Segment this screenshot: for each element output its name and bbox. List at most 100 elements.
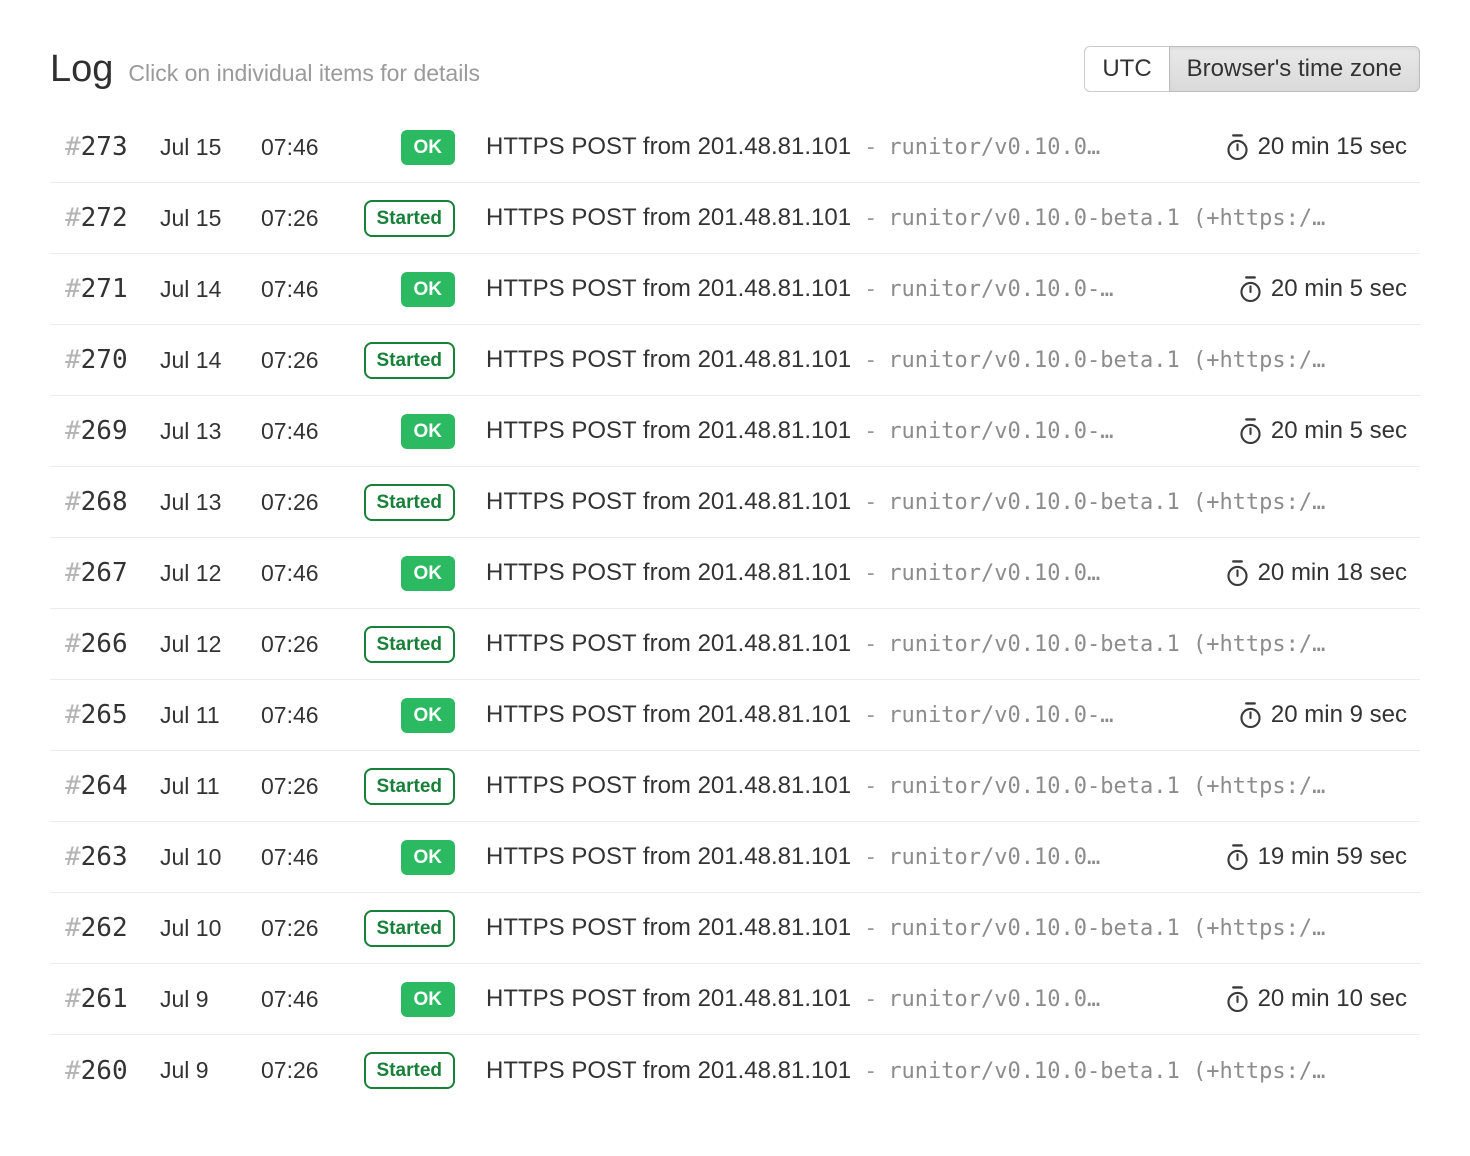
status-cell: Started bbox=[360, 626, 455, 663]
log-row[interactable]: #270 Jul 14 07:26 Started HTTPS POST fro… bbox=[50, 325, 1420, 396]
event-description: HTTPS POST from 201.48.81.101 - runitor/… bbox=[486, 772, 1420, 800]
event-text: HTTPS POST from 201.48.81.101 bbox=[486, 843, 851, 871]
user-agent: runitor/v0.10.0-beta.1 (+https:/… bbox=[888, 490, 1325, 515]
duration-text: 20 min 18 sec bbox=[1258, 559, 1407, 587]
log-row[interactable]: #262 Jul 10 07:26 Started HTTPS POST fro… bbox=[50, 893, 1420, 964]
separator: - bbox=[864, 987, 877, 1012]
event-time: 07:26 bbox=[261, 631, 360, 658]
log-row[interactable]: #269 Jul 13 07:46 OK HTTPS POST from 201… bbox=[50, 396, 1420, 467]
stopwatch-icon bbox=[1237, 701, 1264, 730]
page-header: Log Click on individual items for detail… bbox=[50, 0, 1420, 92]
user-agent: runitor/v0.10.0-beta.1 (+https:/… bbox=[888, 774, 1325, 799]
utc-button[interactable]: UTC bbox=[1084, 46, 1169, 92]
event-duration: 20 min 9 sec bbox=[1237, 701, 1420, 730]
event-number: #264 bbox=[65, 771, 160, 801]
event-number-hash: # bbox=[65, 629, 81, 659]
stopwatch-icon bbox=[1237, 275, 1264, 304]
duration-text: 20 min 5 sec bbox=[1271, 417, 1407, 445]
event-time: 07:26 bbox=[261, 1057, 360, 1084]
event-duration: 20 min 15 sec bbox=[1224, 133, 1420, 162]
log-row[interactable]: #271 Jul 14 07:46 OK HTTPS POST from 201… bbox=[50, 254, 1420, 325]
event-time: 07:26 bbox=[261, 347, 360, 374]
event-description: HTTPS POST from 201.48.81.101 - runitor/… bbox=[486, 133, 1206, 161]
duration-text: 20 min 9 sec bbox=[1271, 701, 1407, 729]
log-row[interactable]: #261 Jul 9 07:46 OK HTTPS POST from 201.… bbox=[50, 964, 1420, 1035]
log-row[interactable]: #265 Jul 11 07:46 OK HTTPS POST from 201… bbox=[50, 680, 1420, 751]
event-time: 07:46 bbox=[261, 418, 360, 445]
event-number-hash: # bbox=[65, 132, 81, 162]
status-cell: Started bbox=[360, 200, 455, 237]
event-number: #265 bbox=[65, 700, 160, 730]
event-description: HTTPS POST from 201.48.81.101 - runitor/… bbox=[486, 559, 1206, 587]
event-number-hash: # bbox=[65, 558, 81, 588]
event-number: #267 bbox=[65, 558, 160, 588]
event-description: HTTPS POST from 201.48.81.101 - runitor/… bbox=[486, 630, 1420, 658]
event-number-value: 273 bbox=[81, 132, 128, 162]
log-row[interactable]: #272 Jul 15 07:26 Started HTTPS POST fro… bbox=[50, 183, 1420, 254]
event-time: 07:46 bbox=[261, 986, 360, 1013]
status-cell: OK bbox=[360, 130, 455, 165]
event-description: HTTPS POST from 201.48.81.101 - runitor/… bbox=[486, 204, 1420, 232]
user-agent: runitor/v0.10.0… bbox=[888, 561, 1100, 586]
user-agent: runitor/v0.10.0-beta.1 (+https:/… bbox=[888, 916, 1325, 941]
status-cell: OK bbox=[360, 556, 455, 591]
event-number-hash: # bbox=[65, 487, 81, 517]
page-subtitle: Click on individual items for details bbox=[128, 60, 480, 87]
browser-time-zone-button[interactable]: Browser's time zone bbox=[1169, 46, 1420, 92]
log-row[interactable]: #260 Jul 9 07:26 Started HTTPS POST from… bbox=[50, 1035, 1420, 1106]
duration-text: 20 min 15 sec bbox=[1258, 133, 1407, 161]
event-number-value: 271 bbox=[81, 274, 128, 304]
event-number-value: 272 bbox=[81, 203, 128, 233]
status-cell: OK bbox=[360, 840, 455, 875]
status-badge-ok: OK bbox=[401, 272, 456, 307]
user-agent: runitor/v0.10.0-… bbox=[888, 277, 1113, 302]
event-number: #268 bbox=[65, 487, 160, 517]
status-badge-started: Started bbox=[364, 342, 455, 379]
separator: - bbox=[864, 348, 877, 373]
event-text: HTTPS POST from 201.48.81.101 bbox=[486, 630, 851, 658]
event-duration: 20 min 18 sec bbox=[1224, 559, 1420, 588]
event-date: Jul 10 bbox=[160, 915, 261, 942]
event-number-hash: # bbox=[65, 984, 81, 1014]
event-text: HTTPS POST from 201.48.81.101 bbox=[486, 417, 851, 445]
event-number-value: 267 bbox=[81, 558, 128, 588]
event-number-hash: # bbox=[65, 700, 81, 730]
event-text: HTTPS POST from 201.48.81.101 bbox=[486, 346, 851, 374]
log-row[interactable]: #267 Jul 12 07:46 OK HTTPS POST from 201… bbox=[50, 538, 1420, 609]
event-time: 07:26 bbox=[261, 773, 360, 800]
event-number: #263 bbox=[65, 842, 160, 872]
event-date: Jul 14 bbox=[160, 347, 261, 374]
event-number: #269 bbox=[65, 416, 160, 446]
event-number-hash: # bbox=[65, 203, 81, 233]
event-description: HTTPS POST from 201.48.81.101 - runitor/… bbox=[486, 1057, 1420, 1085]
separator: - bbox=[864, 490, 877, 515]
stopwatch-icon bbox=[1224, 559, 1251, 588]
event-date: Jul 11 bbox=[160, 773, 261, 800]
event-time: 07:46 bbox=[261, 844, 360, 871]
log-row[interactable]: #264 Jul 11 07:26 Started HTTPS POST fro… bbox=[50, 751, 1420, 822]
event-date: Jul 9 bbox=[160, 986, 261, 1013]
event-date: Jul 15 bbox=[160, 134, 261, 161]
log-row[interactable]: #268 Jul 13 07:26 Started HTTPS POST fro… bbox=[50, 467, 1420, 538]
event-number-value: 264 bbox=[81, 771, 128, 801]
log-row[interactable]: #266 Jul 12 07:26 Started HTTPS POST fro… bbox=[50, 609, 1420, 680]
log-row[interactable]: #273 Jul 15 07:46 OK HTTPS POST from 201… bbox=[50, 112, 1420, 183]
event-number-value: 260 bbox=[81, 1056, 128, 1086]
event-text: HTTPS POST from 201.48.81.101 bbox=[486, 488, 851, 516]
separator: - bbox=[864, 1059, 877, 1084]
event-number-value: 266 bbox=[81, 629, 128, 659]
user-agent: runitor/v0.10.0… bbox=[888, 845, 1100, 870]
event-text: HTTPS POST from 201.48.81.101 bbox=[486, 133, 851, 161]
separator: - bbox=[864, 916, 877, 941]
stopwatch-icon bbox=[1237, 417, 1264, 446]
user-agent: runitor/v0.10.0-beta.1 (+https:/… bbox=[888, 1059, 1325, 1084]
event-number-value: 261 bbox=[81, 984, 128, 1014]
separator: - bbox=[864, 561, 877, 586]
event-date: Jul 10 bbox=[160, 844, 261, 871]
log-row[interactable]: #263 Jul 10 07:46 OK HTTPS POST from 201… bbox=[50, 822, 1420, 893]
event-date: Jul 14 bbox=[160, 276, 261, 303]
event-number: #272 bbox=[65, 203, 160, 233]
status-cell: Started bbox=[360, 1052, 455, 1089]
event-text: HTTPS POST from 201.48.81.101 bbox=[486, 559, 851, 587]
stopwatch-icon bbox=[1224, 985, 1251, 1014]
